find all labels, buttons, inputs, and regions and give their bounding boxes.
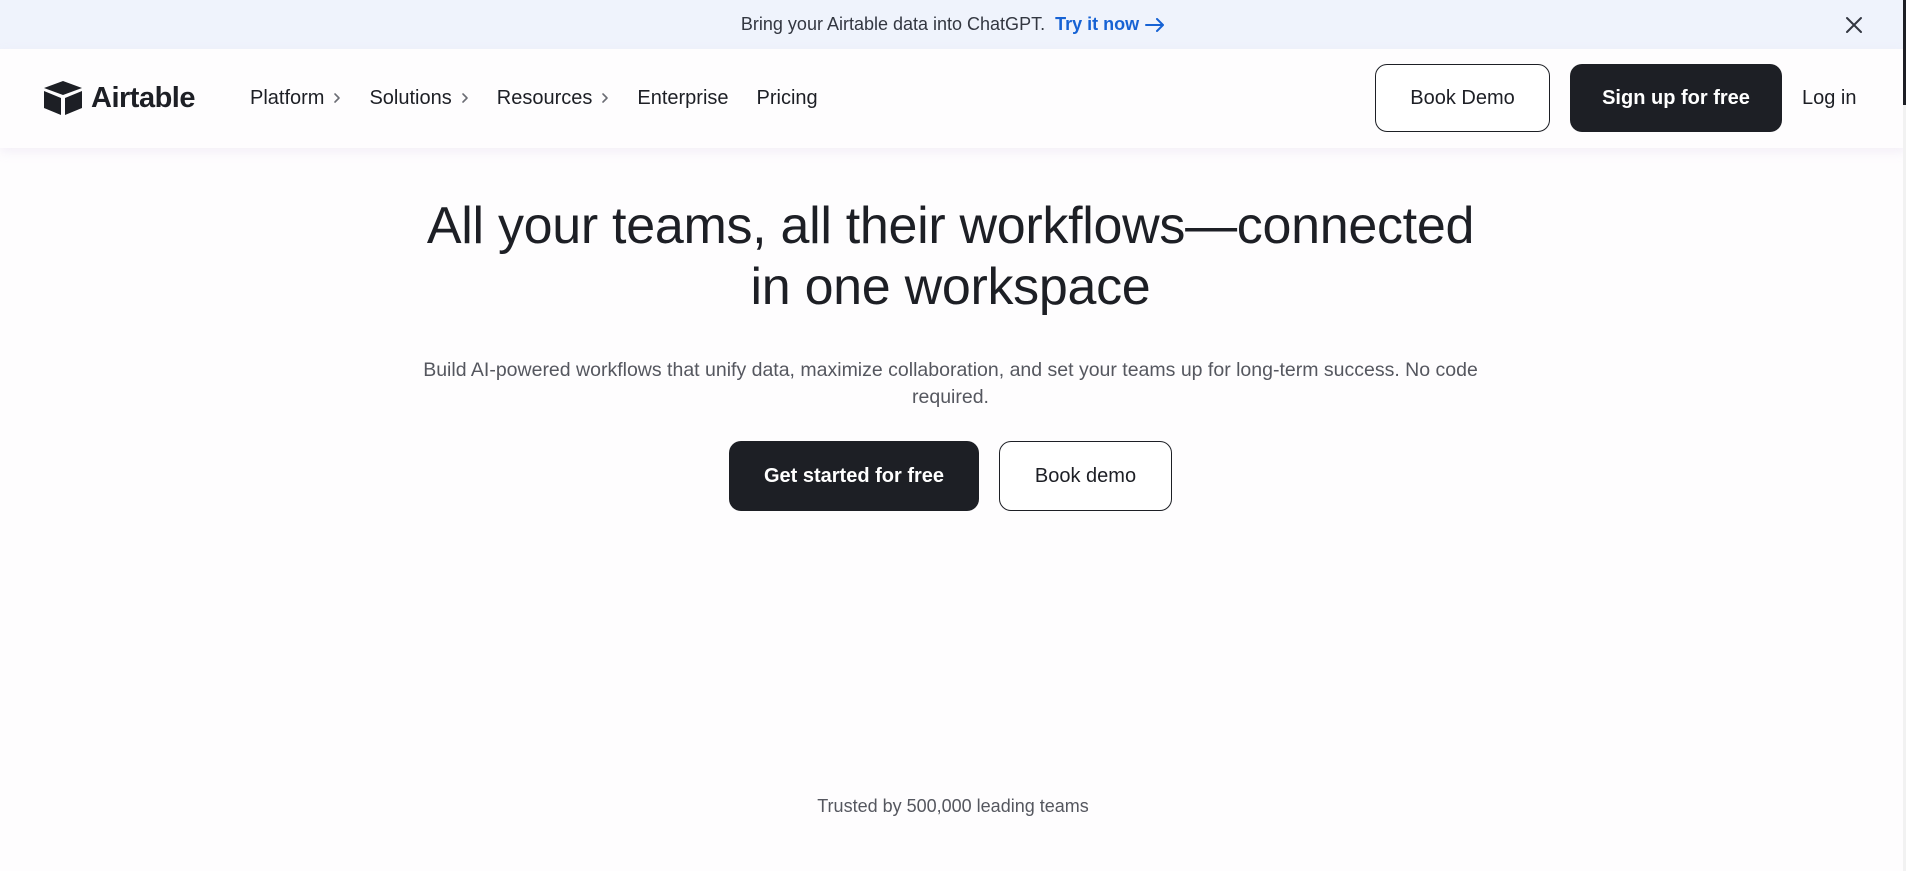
hero-title-line2: in one workspace xyxy=(750,258,1151,316)
hero-title-line1: All your teams, all their workflows—conn… xyxy=(426,197,1475,255)
sign-up-button[interactable]: Sign up for free xyxy=(1570,64,1782,132)
log-in-link[interactable]: Log in xyxy=(1802,84,1857,112)
book-demo-button[interactable]: Book Demo xyxy=(1375,64,1550,132)
get-started-button[interactable]: Get started for free xyxy=(729,441,979,511)
logo-wordmark: Airtable xyxy=(91,81,195,114)
airtable-logo-icon xyxy=(44,81,82,115)
nav-platform-label: Platform xyxy=(250,86,325,109)
site-header: Airtable Platform Solutions Resources En… xyxy=(0,49,1906,148)
try-it-now-label: Try it now xyxy=(1055,14,1140,34)
nav-resources[interactable]: Resources xyxy=(497,87,610,110)
book-demo-hero-button[interactable]: Book demo xyxy=(999,441,1172,511)
announcement-banner: Bring your Airtable data into ChatGPT. T… xyxy=(0,0,1906,49)
banner-text: Bring your Airtable data into ChatGPT. xyxy=(740,14,1046,34)
nav-solutions[interactable]: Solutions xyxy=(369,87,468,110)
hero-cta-group: Get started for free Book demo xyxy=(729,441,1172,511)
hero-subtitle: Build AI-powered workflows that unify da… xyxy=(423,359,1478,408)
airtable-logo[interactable]: Airtable xyxy=(42,79,195,117)
chevron-right-icon xyxy=(602,93,609,103)
trusted-by-text: Trusted by 500,000 leading teams xyxy=(817,796,1089,816)
nav-pricing-label: Pricing xyxy=(756,86,818,109)
chevron-right-icon xyxy=(461,93,468,103)
nav-resources-label: Resources xyxy=(496,86,593,109)
chevron-right-icon xyxy=(334,93,341,103)
nav-enterprise[interactable]: Enterprise xyxy=(637,87,728,110)
nav-enterprise-label: Enterprise xyxy=(637,86,729,109)
main-nav: Platform Solutions Resources Enterprise … xyxy=(250,84,846,112)
try-it-now-link[interactable]: Try it now xyxy=(1055,14,1165,35)
nav-pricing[interactable]: Pricing xyxy=(757,87,818,110)
nav-solutions-label: Solutions xyxy=(369,86,452,109)
hero-title: All your teams, all their workflows—conn… xyxy=(353,196,1548,318)
arrow-right-icon xyxy=(1145,17,1165,32)
close-icon[interactable] xyxy=(1842,13,1866,37)
nav-platform[interactable]: Platform xyxy=(250,87,341,110)
